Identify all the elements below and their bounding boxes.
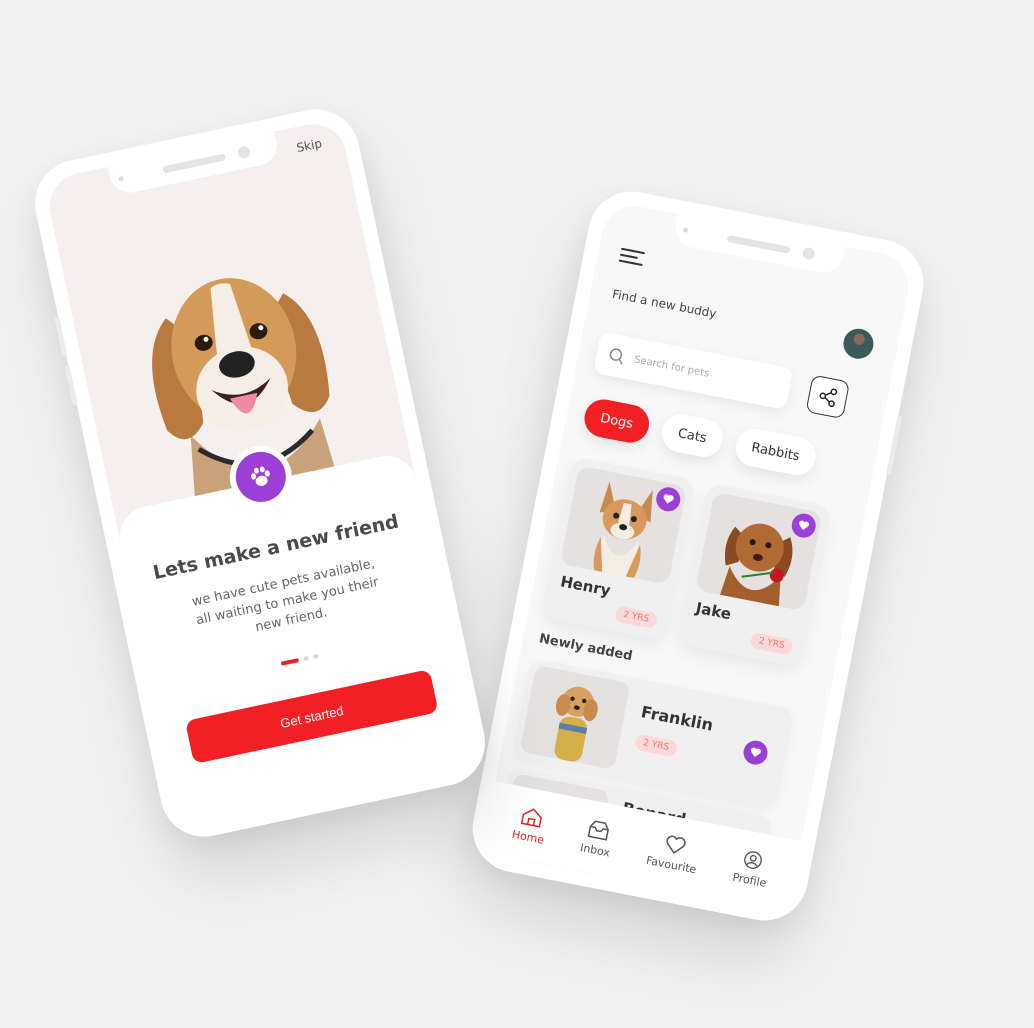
page-dot bbox=[312, 653, 319, 659]
inbox-icon bbox=[587, 820, 610, 841]
onboarding-screen: Skip Lets make a new friend we have cute… bbox=[43, 117, 477, 829]
user-avatar[interactable] bbox=[840, 326, 877, 362]
power-button bbox=[886, 415, 903, 476]
onboarding-card: Lets make a new friend we have cute pets… bbox=[114, 440, 477, 829]
tab-profile[interactable]: Profile bbox=[731, 847, 772, 890]
greeting-text: Find a new buddy bbox=[611, 286, 718, 321]
pet-name: Henry bbox=[558, 572, 613, 600]
paw-icon bbox=[251, 466, 270, 486]
tab-home[interactable]: Home bbox=[510, 804, 550, 847]
heart-icon bbox=[663, 494, 674, 504]
phone-notch bbox=[672, 213, 845, 276]
home-phone: Find a new buddy Search for pets Dogs Ca… bbox=[465, 183, 931, 929]
poodle-puppy-image bbox=[519, 665, 631, 770]
skip-button[interactable]: Skip bbox=[295, 136, 323, 155]
page-dot bbox=[303, 655, 309, 661]
volume-button bbox=[64, 365, 78, 406]
home-icon bbox=[520, 807, 542, 828]
hamburger-icon[interactable] bbox=[618, 247, 645, 267]
home-screen: Find a new buddy Search for pets Dogs Ca… bbox=[481, 200, 915, 912]
search-placeholder: Search for pets bbox=[633, 353, 711, 380]
volume-button bbox=[54, 316, 68, 357]
share-icon bbox=[819, 388, 838, 408]
pet-name: Jake bbox=[694, 598, 733, 624]
pet-card-jake[interactable]: Jake 2 YRS bbox=[676, 482, 832, 668]
pet-age-badge: 2 YRS bbox=[633, 733, 679, 758]
newly-added-heading: Newly added bbox=[537, 631, 634, 665]
tab-label: Home bbox=[510, 827, 546, 847]
page-dot-active bbox=[280, 658, 300, 666]
favourite-button[interactable] bbox=[741, 738, 770, 767]
pet-card-henry[interactable]: Henry 2 YRS bbox=[541, 456, 697, 642]
category-chip-cats[interactable]: Cats bbox=[658, 411, 726, 461]
tab-label: Inbox bbox=[579, 840, 612, 860]
pet-age-badge: 2 YRS bbox=[749, 631, 794, 656]
tab-inbox[interactable]: Inbox bbox=[579, 817, 616, 859]
category-chip-rabbits[interactable]: Rabbits bbox=[732, 425, 819, 479]
heart-icon bbox=[666, 835, 686, 854]
category-chip-dogs[interactable]: Dogs bbox=[581, 396, 653, 446]
onboarding-phone: Skip Lets make a new friend we have cute… bbox=[26, 101, 494, 845]
pet-name: Franklin bbox=[639, 702, 715, 735]
featured-pets: Henry 2 YRS Jake 2 YRS bbox=[541, 456, 832, 668]
profile-icon bbox=[744, 850, 763, 869]
tab-label: Favourite bbox=[645, 853, 698, 876]
search-input[interactable]: Search for pets bbox=[593, 331, 794, 411]
share-button[interactable] bbox=[805, 374, 851, 420]
phone-notch bbox=[108, 131, 281, 197]
heart-icon bbox=[750, 747, 761, 758]
retriever-puppy-image bbox=[695, 491, 823, 612]
get-started-button[interactable]: Get started bbox=[184, 669, 439, 765]
tab-favourite[interactable]: Favourite bbox=[645, 830, 702, 876]
heart-icon bbox=[799, 520, 810, 531]
corgi-puppy-image bbox=[559, 465, 688, 585]
pet-age-badge: 2 YRS bbox=[613, 605, 659, 630]
search-icon bbox=[609, 348, 623, 365]
tab-label: Profile bbox=[731, 870, 768, 890]
